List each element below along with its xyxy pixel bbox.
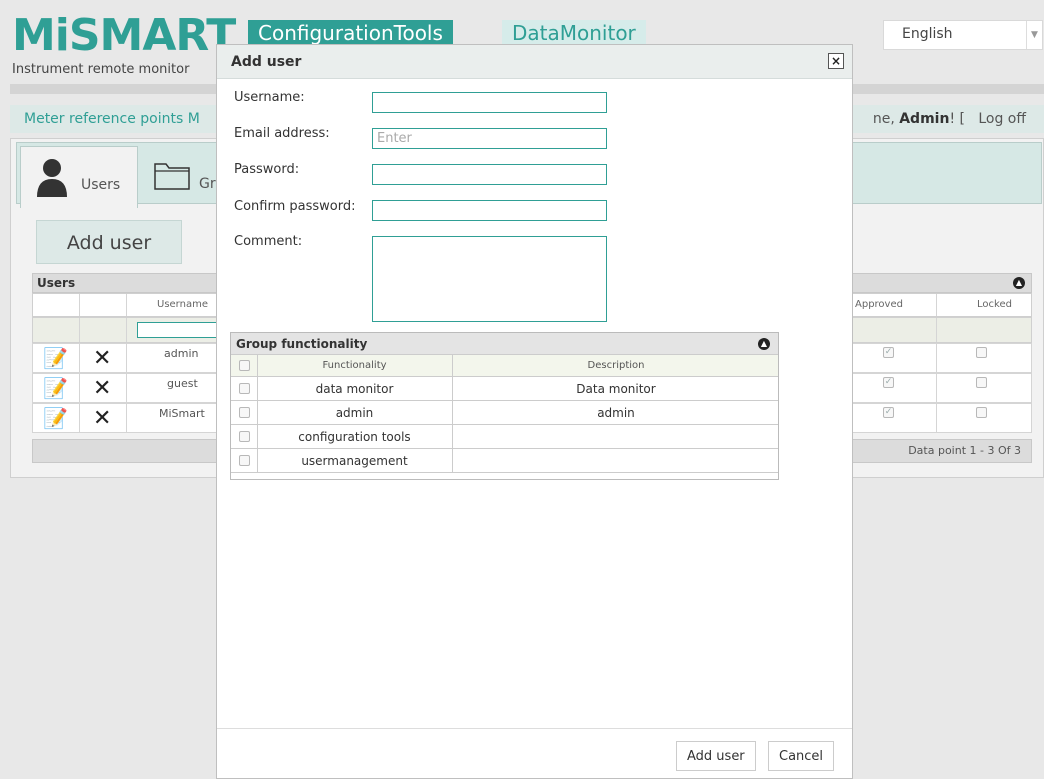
- confirm-password-label: Confirm password:: [234, 199, 356, 214]
- username-label: Username:: [234, 90, 305, 105]
- table-row[interactable]: usermanagement: [231, 449, 778, 473]
- delete-icon[interactable]: ✕: [93, 376, 111, 401]
- column-description[interactable]: Description: [452, 355, 780, 376]
- row-functionality: usermanagement: [301, 453, 408, 468]
- add-user-submit-button[interactable]: Add user: [676, 741, 756, 771]
- row-description: [452, 449, 780, 472]
- cancel-button[interactable]: Cancel: [768, 741, 835, 771]
- edit-icon[interactable]: 📝: [43, 347, 68, 369]
- dialog-title: Add user: [231, 54, 302, 70]
- row-checkbox[interactable]: [238, 431, 250, 442]
- collapse-icon[interactable]: ▲: [1013, 277, 1025, 289]
- tab-groups-label: Gr: [199, 176, 216, 192]
- tab-configuration-tools[interactable]: ConfigurationTools: [248, 20, 453, 46]
- username-filter-input[interactable]: [137, 322, 227, 338]
- edit-icon[interactable]: 📝: [43, 407, 68, 429]
- row-functionality: admin: [335, 405, 374, 420]
- tab-data-monitor[interactable]: DataMonitor: [502, 20, 646, 46]
- group-functionality-columns: Functionality Description: [231, 355, 778, 377]
- comment-label: Comment:: [234, 234, 303, 249]
- table-row[interactable]: configuration tools: [231, 425, 778, 449]
- email-label: Email address:: [234, 126, 330, 141]
- column-locked[interactable]: Locked: [977, 299, 1012, 310]
- row-description: admin: [597, 405, 635, 420]
- language-select[interactable]: English ▼: [883, 20, 1043, 50]
- folder-icon: [154, 163, 190, 190]
- group-functionality-header: Group functionality ▲: [231, 333, 778, 355]
- collapse-icon[interactable]: ▲: [758, 338, 770, 350]
- username-field[interactable]: [372, 92, 607, 113]
- select-all-checkbox[interactable]: [238, 360, 250, 371]
- welcome-user: Admin: [899, 111, 950, 127]
- locked-checkbox[interactable]: [976, 347, 987, 358]
- confirm-password-field[interactable]: [372, 200, 607, 221]
- column-username[interactable]: Username: [157, 299, 208, 310]
- logo: MiSMART: [12, 10, 236, 61]
- row-functionality: configuration tools: [298, 429, 411, 444]
- pager-text: Data point 1 - 3 Of 3: [908, 444, 1021, 457]
- tab-users[interactable]: Users: [20, 146, 138, 208]
- dialog-footer-divider: [217, 728, 852, 729]
- row-username: guest: [167, 377, 198, 390]
- row-checkbox[interactable]: [238, 407, 250, 418]
- delete-icon[interactable]: ✕: [93, 346, 111, 371]
- approved-checkbox[interactable]: ✓: [883, 407, 894, 418]
- table-row[interactable]: admin admin: [231, 401, 778, 425]
- approved-checkbox[interactable]: ✓: [883, 347, 894, 358]
- row-username: admin: [164, 347, 199, 360]
- group-functionality-title: Group functionality: [236, 337, 368, 351]
- add-user-button[interactable]: Add user: [36, 220, 182, 264]
- users-grid-title: Users: [37, 276, 76, 290]
- tab-users-label: Users: [81, 177, 121, 193]
- approved-checkbox[interactable]: ✓: [883, 377, 894, 388]
- logoff-link[interactable]: Log off: [978, 111, 1026, 127]
- edit-icon[interactable]: 📝: [43, 377, 68, 399]
- language-value: English: [902, 26, 953, 42]
- password-field[interactable]: [372, 164, 607, 185]
- table-row[interactable]: data monitor Data monitor: [231, 377, 778, 401]
- chevron-down-icon: ▼: [1026, 21, 1042, 49]
- user-icon: [37, 159, 67, 197]
- group-functionality-grid: Group functionality ▲ Functionality Desc…: [230, 332, 779, 480]
- tab-groups[interactable]: Gr: [140, 146, 220, 204]
- welcome-text: ne, Admin! [ Log off: [872, 111, 1026, 127]
- password-label: Password:: [234, 162, 300, 177]
- delete-icon[interactable]: ✕: [93, 406, 111, 431]
- column-functionality[interactable]: Functionality: [257, 355, 452, 376]
- row-description: Data monitor: [576, 381, 656, 396]
- row-checkbox[interactable]: [238, 455, 250, 466]
- dialog-header: Add user ×: [217, 45, 852, 79]
- email-field[interactable]: [372, 128, 607, 149]
- logo-subtitle: Instrument remote monitor: [12, 62, 190, 77]
- add-user-dialog: Add user × Username: Email address: Pass…: [216, 44, 853, 779]
- row-checkbox[interactable]: [238, 383, 250, 394]
- column-approved[interactable]: Approved: [855, 299, 903, 310]
- row-username: MiSmart: [159, 407, 205, 420]
- comment-field[interactable]: [372, 236, 607, 322]
- row-functionality: data monitor: [315, 381, 394, 396]
- nav-link-meter-reference-points[interactable]: Meter reference points M: [24, 111, 200, 127]
- locked-checkbox[interactable]: [976, 377, 987, 388]
- locked-checkbox[interactable]: [976, 407, 987, 418]
- close-icon[interactable]: ×: [828, 53, 844, 69]
- row-description: [452, 425, 780, 448]
